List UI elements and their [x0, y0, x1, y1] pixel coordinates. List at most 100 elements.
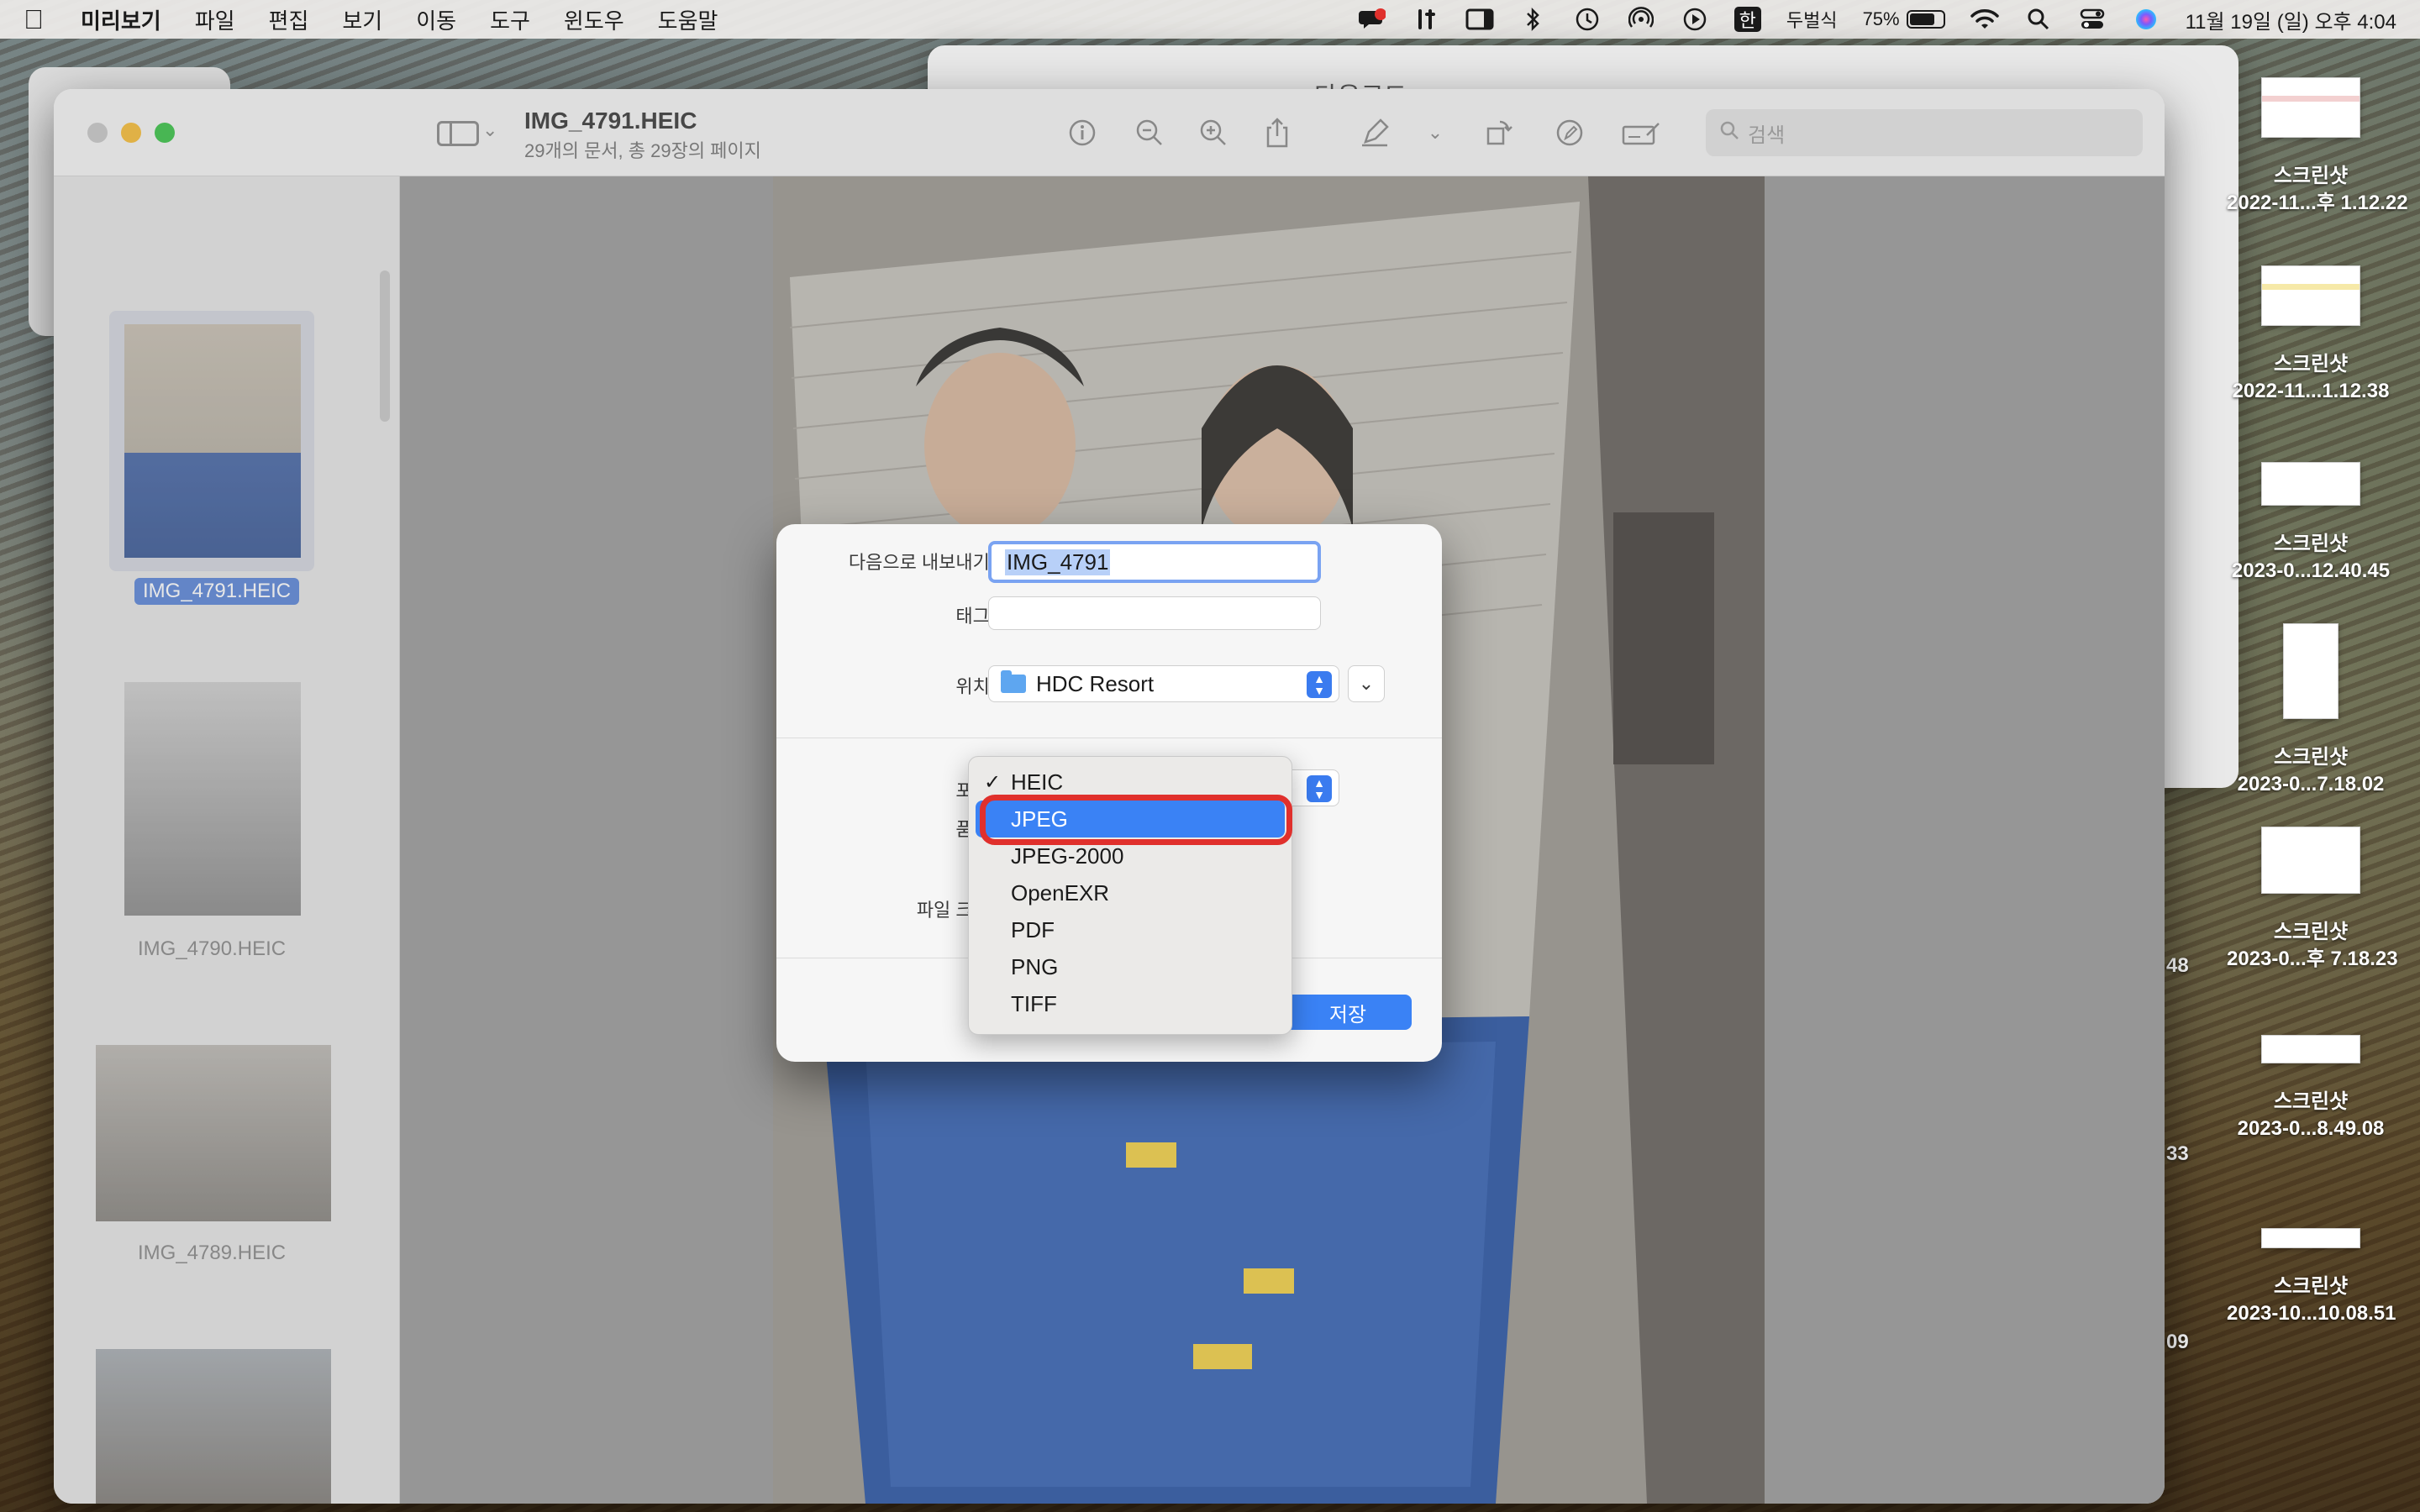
window-minimize-button[interactable] [121, 123, 141, 143]
search-input[interactable]: 검색 [1706, 109, 2143, 156]
popup-stepper-icon: ▲ ▼ [1307, 775, 1332, 802]
chevron-down-icon[interactable]: ⌄ [482, 119, 497, 141]
checkmark-icon: ✓ [984, 770, 1002, 794]
file-thumbnail [2261, 462, 2360, 506]
form-fill-icon[interactable] [1620, 116, 1662, 150]
file-thumbnail [2261, 1228, 2360, 1248]
location-popup[interactable]: HDC Resort ▲ ▼ [988, 665, 1339, 702]
battery-percent: 75% [1862, 8, 1900, 29]
sidebar-scrollbar[interactable] [380, 270, 390, 422]
desktop-file-screenshot[interactable]: 스크린샷 2022-11...후 1.12.22 [2227, 77, 2408, 217]
desktop-partial-label: 48 [2166, 954, 2189, 977]
battery-status[interactable]: 75% [1863, 8, 1945, 30]
option-label: PDF [1011, 916, 1055, 942]
input-source-label[interactable]: 두벌식 [1786, 6, 1838, 33]
file-name: 스크린샷 2023-10...10.08.51 [2227, 1275, 2396, 1325]
thumbnail-label[interactable]: IMG_4790.HEIC [138, 937, 286, 961]
format-option-tiff[interactable]: TIFF [969, 985, 1292, 1022]
airdrop-icon[interactable] [1627, 7, 1655, 32]
file-name: 스크린샷 2022-11...1.12.38 [2232, 353, 2390, 402]
time-machine-icon[interactable] [1573, 7, 1602, 32]
desktop-partial-label: 33 [2166, 1142, 2189, 1165]
siri-icon[interactable] [2132, 7, 2160, 32]
tags-field[interactable] [988, 596, 1321, 630]
desktop-file-screenshot[interactable]: 스크린샷 2022-11...1.12.38 [2227, 265, 2395, 405]
menu-window[interactable]: 윈도우 [564, 4, 624, 35]
rotate-icon[interactable] [1482, 116, 1516, 150]
thumbnail-image [96, 1349, 331, 1504]
battery-icon [1906, 10, 1945, 29]
menu-file[interactable]: 파일 [195, 4, 235, 35]
thumbnail-image [124, 324, 301, 558]
format-menu[interactable]: ✓ HEIC JPEG JPEG-2000 OpenEXR PDF PNG TI… [968, 756, 1292, 1035]
desktop-file-screenshot[interactable]: 스크린샷 2023-0...8.49.08 [2227, 1035, 2395, 1142]
format-option-jpeg[interactable]: JPEG [976, 801, 1285, 837]
sidecar-icon[interactable] [1465, 7, 1494, 32]
menu-view[interactable]: 보기 [342, 4, 382, 35]
menu-edit[interactable]: 편집 [269, 4, 309, 35]
sidebar-toggle-icon[interactable] [437, 121, 479, 146]
preview-toolbar: ⌄ IMG_4791.HEIC 29개의 문서, 총 29장의 페이지 ⌄ 검색 [54, 89, 2165, 176]
file-name: 스크린샷 2023-0...8.49.08 [2237, 1090, 2385, 1140]
format-option-openexr[interactable]: OpenEXR [969, 874, 1292, 911]
format-option-png[interactable]: PNG [969, 948, 1292, 985]
zoom-out-icon[interactable] [1133, 116, 1166, 150]
location-label: 위치: [955, 676, 995, 697]
desktop-partial-label: 09 [2166, 1331, 2189, 1353]
chevron-down-icon[interactable]: ⌄ [1418, 116, 1452, 150]
chat-icon[interactable] [1358, 7, 1386, 32]
info-icon[interactable] [1065, 116, 1099, 150]
thumbnail-label[interactable]: IMG_4789.HEIC [138, 1242, 286, 1265]
thumbnail-image [124, 682, 301, 916]
play-icon[interactable] [1681, 7, 1709, 32]
wifi-icon[interactable] [1970, 7, 1999, 32]
tools-icon[interactable] [1412, 7, 1440, 32]
apple-icon[interactable]:  [24, 4, 57, 35]
file-name: 스크린샷 2023-0...12.40.45 [2231, 533, 2391, 582]
desktop-file-screenshot[interactable]: 스크린샷 2023-0...7.18.02 [2227, 623, 2395, 798]
file-name: 스크린샷 2023-0...후 7.18.23 [2227, 921, 2398, 970]
menu-tools[interactable]: 도구 [490, 4, 530, 35]
popup-stepper-icon: ▲ ▼ [1307, 671, 1332, 698]
zoom-in-icon[interactable] [1197, 116, 1230, 150]
file-thumbnail [2261, 77, 2360, 138]
file-name: 스크린샷 2022-11...후 1.12.22 [2227, 165, 2408, 214]
expand-location-button[interactable]: ⌄ [1348, 665, 1385, 702]
window-close-button[interactable] [87, 123, 108, 143]
option-label: PNG [1011, 953, 1059, 979]
menu-go[interactable]: 이동 [416, 4, 456, 35]
window-zoom-button[interactable] [155, 123, 175, 143]
format-option-jpeg2000[interactable]: JPEG-2000 [969, 837, 1292, 874]
menu-help[interactable]: 도움말 [658, 4, 718, 35]
desktop-file-screenshot[interactable]: 스크린샷 2023-10...10.08.51 [2227, 1228, 2396, 1327]
bluetooth-icon[interactable] [1519, 7, 1548, 32]
spotlight-search-icon[interactable] [2024, 7, 2053, 32]
export-filename-field[interactable]: IMG_4791 [988, 541, 1321, 583]
format-option-pdf[interactable]: PDF [969, 911, 1292, 948]
option-label: JPEG-2000 [1011, 843, 1124, 869]
input-source-badge[interactable]: 한 [1733, 7, 1761, 32]
menu-app-name[interactable]: 미리보기 [81, 4, 161, 35]
file-thumbnail [2261, 827, 2360, 894]
search-placeholder: 검색 [1748, 123, 1786, 147]
thumbnail-sidebar[interactable]: IMG_4791.HEIC IMG_4790.HEIC IMG_4789.HEI… [54, 176, 400, 1504]
desktop-file-screenshot[interactable]: 스크린샷 2023-0...후 7.18.23 [2227, 827, 2398, 973]
thumbnail-label[interactable]: IMG_4791.HEIC [134, 578, 300, 605]
file-thumbnail [2261, 265, 2360, 326]
markup-toolbar-icon[interactable] [1553, 116, 1586, 150]
option-label: TIFF [1011, 990, 1057, 1016]
export-as-label: 다음으로 내보내기: [848, 552, 995, 573]
chevron-down-icon: ⌄ [1358, 673, 1375, 694]
menu-clock[interactable]: 11월 19일 (일) 오후 4:04 [2186, 5, 2396, 34]
share-icon[interactable] [1260, 116, 1294, 150]
thumbnail-image [96, 1045, 331, 1221]
markup-pen-icon[interactable] [1358, 116, 1392, 150]
format-option-heic[interactable]: ✓ HEIC [969, 764, 1292, 801]
tags-label: 태그: [955, 606, 995, 627]
control-center-icon[interactable] [2078, 7, 2107, 32]
desktop-file-screenshot[interactable]: 스크린샷 2023-0...12.40.45 [2227, 462, 2395, 585]
save-button[interactable]: 저장 [1284, 995, 1412, 1030]
document-title: IMG_4791.HEIC [524, 108, 697, 134]
file-thumbnail [2283, 623, 2338, 719]
file-thumbnail [2261, 1035, 2360, 1063]
